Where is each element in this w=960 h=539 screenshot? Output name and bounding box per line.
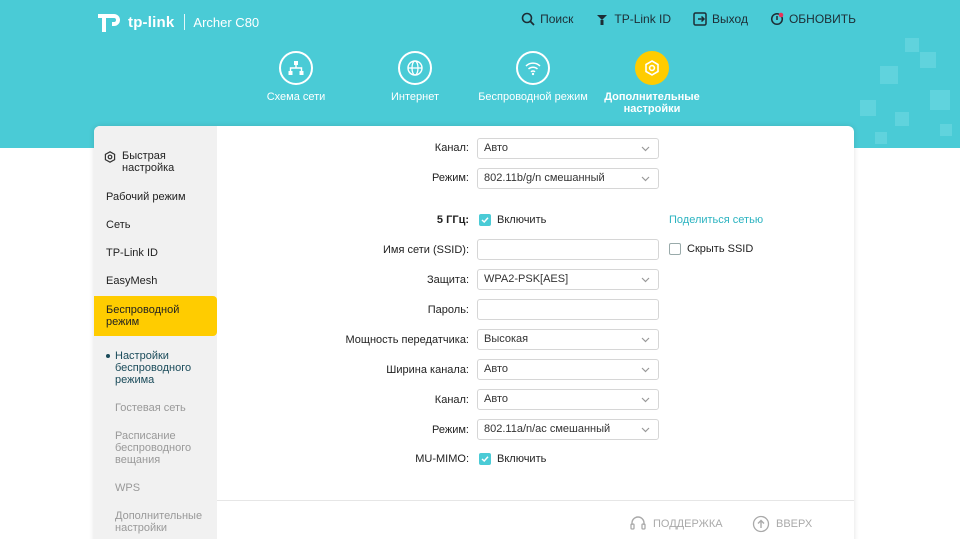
logout-button[interactable]: Выход: [693, 12, 748, 26]
logout-icon: [693, 12, 707, 26]
band-5-enable-checkbox[interactable]: Включить: [479, 214, 546, 226]
footer-bar: ПОДДЕРЖКА ВВЕРХ: [217, 500, 854, 539]
sidebar-item-label: TP-Link ID: [106, 247, 158, 259]
password-label: Пароль:: [427, 304, 469, 316]
tx-power-label: Мощность передатчика:: [345, 334, 469, 346]
tab-wireless-label: Беспроводной режим: [478, 91, 588, 103]
chevron-down-icon: [641, 146, 650, 152]
wireless-form: Канал: Авто Режим: 802.11b/g/n смешанный…: [217, 126, 854, 539]
password-input[interactable]: [477, 299, 659, 320]
tx-power-select[interactable]: Высокая: [477, 329, 659, 350]
sidebar-item-label: Рабочий режим: [106, 191, 186, 203]
scroll-top-button[interactable]: ВВЕРХ: [752, 515, 812, 533]
update-button[interactable]: ОБНОВИТЬ: [770, 12, 856, 26]
logo-divider: [184, 14, 186, 30]
chevron-down-icon: [641, 367, 650, 373]
headset-icon: [630, 516, 646, 530]
check-icon: [481, 217, 489, 224]
tplink-logo-icon: [94, 8, 122, 36]
mode-24-select[interactable]: 802.11b/g/n смешанный: [477, 168, 659, 189]
sidebar-item-quick-setup[interactable]: Быстрая настройка: [94, 150, 217, 174]
sidebar-item-label: Сеть: [106, 219, 131, 231]
update-icon: [770, 12, 784, 26]
sidebar-item-operation-mode[interactable]: Рабочий режим: [94, 191, 217, 203]
check-icon: [481, 456, 489, 463]
chevron-down-icon: [641, 337, 650, 343]
ssid-input[interactable]: [477, 239, 659, 260]
chevron-down-icon: [641, 397, 650, 403]
arrow-up-icon: [752, 515, 770, 533]
sidebar-sub-label: Расписание беспроводного вещания: [115, 430, 192, 466]
sidebar-item-wireless[interactable]: Беспроводной режим: [94, 296, 217, 336]
sidebar-sub-wps[interactable]: WPS: [94, 482, 217, 494]
search-icon: [521, 12, 535, 26]
main-nav: Схема сети Интернет Беспроводной режим Д…: [0, 51, 960, 121]
sidebar-item-tplink-id[interactable]: TP-Link ID: [94, 247, 217, 259]
chevron-down-icon: [641, 427, 650, 433]
tab-internet[interactable]: Интернет: [355, 51, 475, 103]
channel-5-label: Канал:: [434, 394, 469, 406]
chevron-down-icon: [641, 176, 650, 182]
sidebar-sub-label: Дополнительные настройки: [115, 510, 203, 534]
channel-5-select[interactable]: Авто: [477, 389, 659, 410]
user-icon: [597, 15, 608, 25]
sidebar-sub-label: Настройки беспроводного режима: [115, 350, 192, 386]
security-label: Защита:: [426, 274, 469, 286]
search-button[interactable]: Поиск: [521, 12, 573, 26]
mumimo-label: MU-MIMO:: [415, 453, 469, 465]
hide-ssid-checkbox[interactable]: Скрыть SSID: [669, 243, 753, 255]
quick-setup-icon: [104, 151, 116, 163]
checkbox-checked: [479, 214, 491, 226]
sidebar-item-network[interactable]: Сеть: [94, 219, 217, 231]
sidebar: Быстрая настройка Рабочий режим Сеть TP-…: [94, 126, 217, 539]
sidebar-sub-wireless-schedule[interactable]: Расписание беспроводного вещания: [94, 430, 217, 466]
chevron-down-icon: [641, 277, 650, 283]
globe-icon: [407, 60, 423, 76]
mode-24-label: Режим:: [432, 172, 469, 184]
sidebar-sub-advanced[interactable]: Дополнительные настройки: [94, 510, 217, 534]
update-label: ОБНОВИТЬ: [788, 12, 856, 26]
band-5-label: 5 ГГц:: [436, 214, 469, 226]
sidebar-item-label: Беспроводной режим: [106, 304, 180, 328]
mumimo-enable-checkbox[interactable]: Включить: [479, 453, 546, 465]
tab-internet-label: Интернет: [391, 91, 439, 103]
tab-wireless[interactable]: Беспроводной режим: [473, 51, 593, 103]
model-name: Archer C80: [193, 14, 260, 30]
tplink-id-label: TP-Link ID: [614, 12, 672, 26]
tab-advanced[interactable]: Дополнительные настройки: [592, 51, 712, 115]
ssid-label: Имя сети (SSID):: [382, 244, 469, 256]
sidebar-item-label: EasyMesh: [106, 275, 158, 287]
mode-5-label: Режим:: [432, 424, 469, 436]
channel-24-select[interactable]: Авто: [477, 138, 659, 159]
logo-text: tp-link: [128, 13, 175, 31]
tab-network-map-label: Схема сети: [266, 91, 326, 103]
mode-5-select[interactable]: 802.11a/n/ac смешанный: [477, 419, 659, 440]
channel-24-label: Канал:: [434, 142, 469, 154]
checkbox-checked: [479, 453, 491, 465]
channel-width-select[interactable]: Авто: [477, 359, 659, 380]
support-button[interactable]: ПОДДЕРЖКА: [629, 515, 723, 533]
channel-width-label: Ширина канала:: [386, 364, 469, 376]
tab-advanced-label: Дополнительные настройки: [604, 91, 700, 115]
brand-logo[interactable]: tp-link Archer C80: [94, 8, 259, 36]
sidebar-sub-guest-network[interactable]: Гостевая сеть: [94, 402, 217, 414]
sidebar-sub-wireless-settings[interactable]: Настройки беспроводного режима: [94, 350, 217, 386]
top-nav: Поиск TP-Link ID Выход ОБНОВИТЬ: [521, 12, 856, 26]
search-label: Поиск: [540, 12, 574, 26]
logout-label: Выход: [712, 12, 748, 26]
security-select[interactable]: WPA2-PSK[AES]: [477, 269, 659, 290]
sidebar-item-label: Быстрая настройка: [122, 150, 175, 174]
checkbox-unchecked: [669, 243, 681, 255]
sidebar-sub-label: WPS: [115, 482, 141, 494]
tab-network-map[interactable]: Схема сети: [236, 51, 356, 103]
settings-card: Быстрая настройка Рабочий режим Сеть TP-…: [94, 126, 854, 539]
sidebar-item-easymesh[interactable]: EasyMesh: [94, 275, 217, 287]
share-network-link[interactable]: Поделиться сетью: [669, 214, 763, 226]
sidebar-sub-label: Гостевая сеть: [115, 402, 186, 414]
network-map-icon: [288, 61, 304, 75]
tplink-id-button[interactable]: TP-Link ID: [595, 12, 671, 26]
gear-icon: [645, 60, 659, 76]
wifi-icon: [525, 62, 541, 76]
